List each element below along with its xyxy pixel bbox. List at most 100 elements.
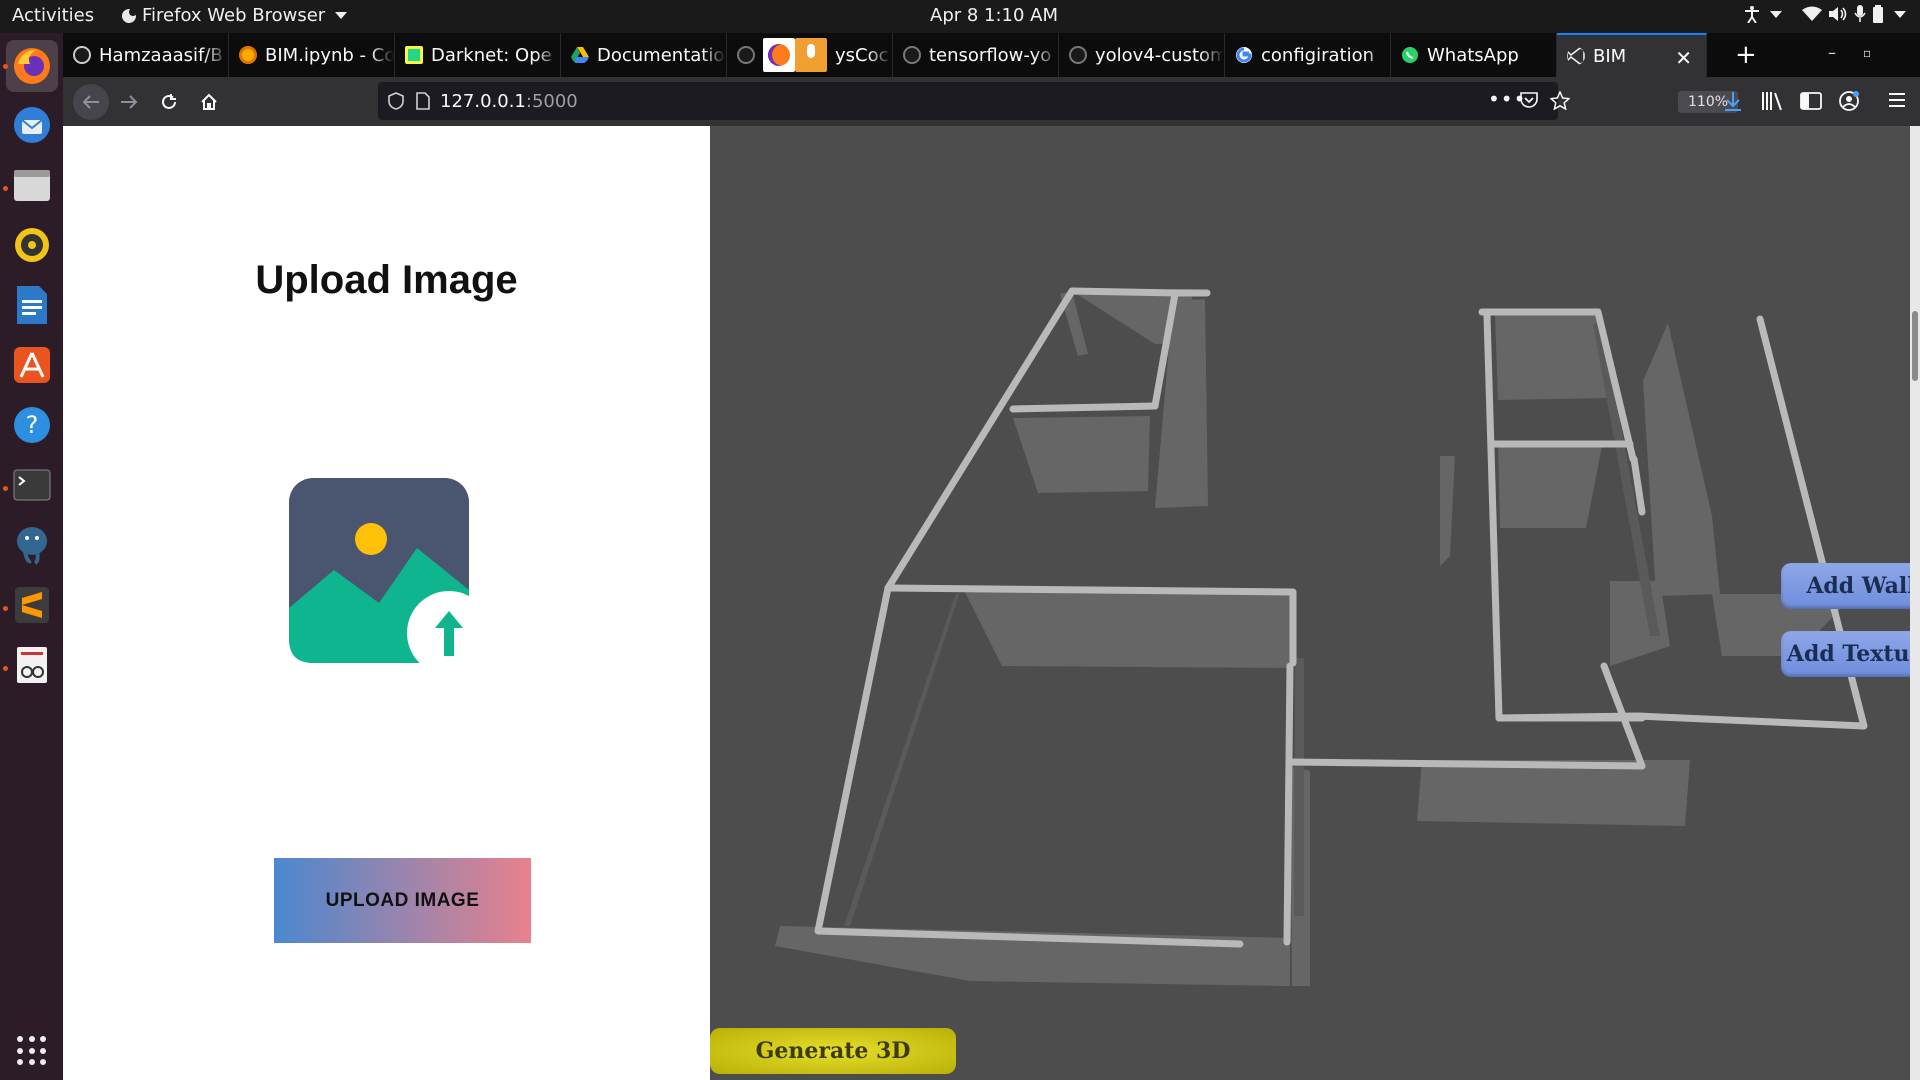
running-indicator bbox=[3, 186, 8, 191]
dock-writer[interactable] bbox=[10, 283, 54, 327]
home-button[interactable] bbox=[195, 88, 223, 116]
ubuntu-dock: ? bbox=[0, 33, 63, 1080]
tab-yolov4-custom[interactable]: yolov4-custom bbox=[1059, 33, 1225, 77]
tab-hamzaaasif[interactable]: Hamzaaasif/B bbox=[63, 33, 229, 77]
firefox-app-icon bbox=[122, 7, 137, 23]
document-viewer-icon bbox=[17, 647, 47, 683]
github-icon bbox=[903, 46, 921, 64]
sidebar-icon[interactable] bbox=[1800, 91, 1822, 111]
dock-postgres[interactable] bbox=[10, 523, 54, 567]
system-tray[interactable] bbox=[1744, 5, 1906, 23]
wifi-icon bbox=[1802, 6, 1822, 21]
clock[interactable]: Apr 8 1:10 AM bbox=[930, 5, 1058, 26]
home-icon bbox=[201, 93, 217, 110]
firefox-icon bbox=[14, 48, 50, 84]
microphone-icon bbox=[795, 38, 827, 72]
upload-image-button[interactable]: UPLOAD IMAGE bbox=[274, 858, 531, 943]
github-icon bbox=[73, 46, 91, 64]
system-top-bar: Activities Firefox Web Browser Apr 8 1:1… bbox=[0, 0, 1920, 33]
dock-thunderbird[interactable] bbox=[10, 103, 54, 147]
volume-icon bbox=[1829, 7, 1847, 21]
tab-label: configiration bbox=[1261, 44, 1374, 66]
back-button[interactable] bbox=[73, 84, 109, 120]
close-tab-icon[interactable]: ✕ bbox=[1675, 46, 1692, 70]
forward-arrow-icon bbox=[121, 95, 138, 109]
whatsapp-icon bbox=[1402, 47, 1418, 63]
battery-icon bbox=[1873, 5, 1883, 23]
tab-yscoc[interactable]: ysCoc bbox=[727, 33, 893, 77]
tab-tensorflow-yolo[interactable]: tensorflow-yo bbox=[893, 33, 1059, 77]
status-menu[interactable] bbox=[1802, 5, 1906, 23]
tab-label: tensorflow-yo bbox=[929, 44, 1052, 66]
software-center-icon bbox=[14, 347, 50, 383]
web-content: Upload Image UPLOAD IMAGE Add Wall Add T… bbox=[63, 126, 1920, 1080]
tab-bim[interactable]: BIM ✕ bbox=[1557, 33, 1707, 77]
dock-document-viewer[interactable] bbox=[10, 643, 54, 687]
downloads-icon[interactable] bbox=[1723, 91, 1743, 111]
new-tab-button[interactable]: + bbox=[1735, 40, 1757, 70]
dock-software-center[interactable] bbox=[10, 343, 54, 387]
activities-button[interactable]: Activities bbox=[12, 5, 94, 26]
hamburger-menu-icon[interactable] bbox=[1888, 92, 1906, 108]
sublime-text-icon bbox=[15, 587, 49, 623]
dock-firefox[interactable] bbox=[6, 40, 58, 92]
dock-sublime[interactable] bbox=[10, 583, 54, 627]
tab-darknet[interactable]: Darknet: Ope bbox=[395, 33, 561, 77]
reload-icon bbox=[162, 94, 176, 109]
url-bar[interactable]: 127.0.0.1:5000 110% ••• bbox=[378, 82, 1739, 120]
firefox-icon bbox=[763, 38, 795, 72]
dock-rhythmbox[interactable] bbox=[10, 223, 54, 267]
github-icon bbox=[737, 46, 755, 64]
account-icon[interactable] bbox=[1838, 90, 1860, 112]
back-arrow-icon bbox=[82, 95, 99, 109]
floor-plan-3d-model[interactable] bbox=[710, 126, 1910, 1080]
chevron-down-icon bbox=[1894, 10, 1906, 18]
tab-label: WhatsApp bbox=[1427, 44, 1519, 66]
pycharm-icon bbox=[405, 46, 423, 64]
google-icon bbox=[1236, 47, 1252, 63]
running-indicator bbox=[3, 666, 8, 671]
dock-help[interactable]: ? bbox=[10, 403, 54, 447]
terminal-icon bbox=[13, 469, 51, 501]
chevron-down-icon bbox=[1770, 10, 1782, 18]
running-indicator bbox=[3, 606, 8, 611]
library-icon[interactable] bbox=[1761, 91, 1783, 111]
forward-button[interactable] bbox=[115, 88, 143, 116]
reload-button[interactable] bbox=[155, 88, 183, 116]
app-menu[interactable]: Firefox Web Browser bbox=[122, 5, 348, 26]
pocket-icon[interactable] bbox=[1520, 92, 1538, 109]
app-menu-label: Firefox Web Browser bbox=[142, 5, 326, 26]
generate-3d-button[interactable]: Generate 3D bbox=[710, 1028, 956, 1074]
navigation-toolbar: 127.0.0.1:5000 110% ••• bbox=[63, 77, 1920, 126]
upload-panel: Upload Image UPLOAD IMAGE bbox=[63, 126, 710, 1080]
page-scrollbar[interactable] bbox=[1910, 126, 1920, 1080]
thunderbird-icon bbox=[14, 107, 50, 143]
dock-terminal[interactable] bbox=[10, 463, 54, 507]
tab-strip: Hamzaaasif/B BIM.ipynb - Co Darknet: Ope… bbox=[63, 33, 1920, 77]
tab-label: Darknet: Ope bbox=[431, 44, 552, 66]
tab-label: BIM bbox=[1593, 45, 1627, 67]
files-icon bbox=[14, 170, 50, 201]
accessibility-menu[interactable] bbox=[1744, 5, 1782, 23]
drive-icon bbox=[571, 47, 589, 63]
tab-configiration[interactable]: configiration bbox=[1225, 33, 1391, 77]
tab-whatsapp[interactable]: WhatsApp bbox=[1391, 33, 1557, 77]
3d-viewer-canvas[interactable]: Add Wall Add Texture Generate 3D bbox=[710, 126, 1910, 1080]
add-texture-button[interactable]: Add Texture bbox=[1781, 631, 1910, 677]
accessibility-icon bbox=[1745, 6, 1759, 23]
writer-icon bbox=[17, 286, 47, 324]
dock-files[interactable] bbox=[10, 163, 54, 207]
url-text[interactable]: 127.0.0.1:5000 bbox=[440, 91, 578, 112]
show-applications-button[interactable] bbox=[17, 1036, 47, 1066]
add-wall-button[interactable]: Add Wall bbox=[1781, 563, 1910, 609]
tab-documentation[interactable]: Documentatio bbox=[561, 33, 727, 77]
bookmark-star-icon[interactable] bbox=[1550, 91, 1570, 110]
tab-bim-ipynb[interactable]: BIM.ipynb - Co bbox=[229, 33, 395, 77]
image-upload-icon[interactable] bbox=[289, 478, 489, 678]
restore-button[interactable]: ▫ bbox=[1863, 46, 1871, 60]
minimize-button[interactable]: – bbox=[1828, 43, 1836, 62]
help-icon: ? bbox=[14, 407, 50, 443]
svg-text:?: ? bbox=[26, 411, 39, 439]
shield-icon bbox=[388, 92, 404, 110]
scrollbar-thumb[interactable] bbox=[1912, 311, 1918, 381]
